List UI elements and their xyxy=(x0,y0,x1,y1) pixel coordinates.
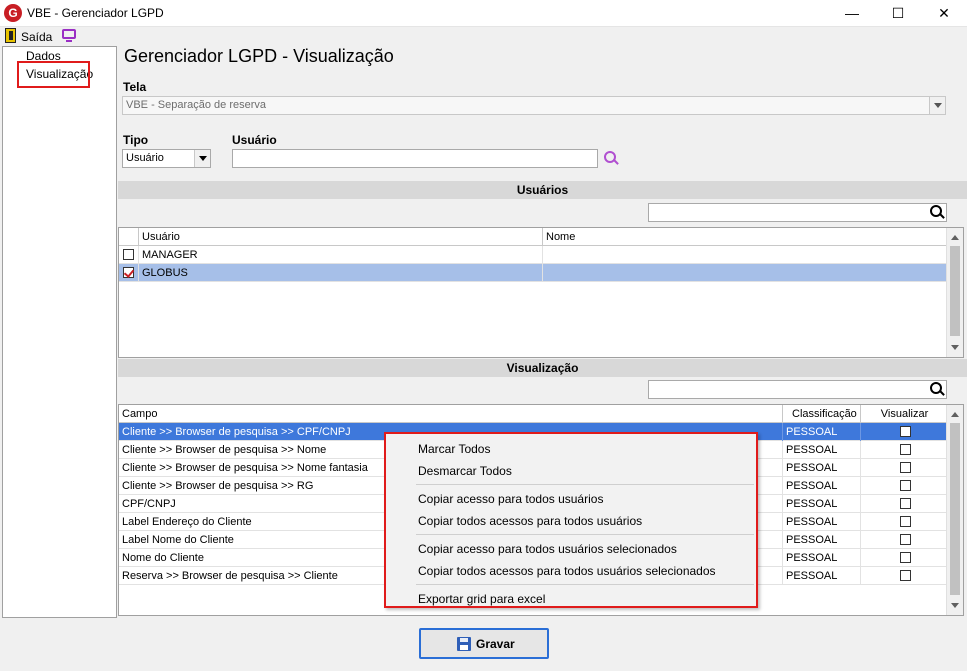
exit-door-icon[interactable] xyxy=(5,28,16,43)
visualizar-checkbox[interactable] xyxy=(900,570,911,581)
usuarios-grid-header: Usuário Nome xyxy=(119,228,948,246)
menu-item-copiar-acesso-selecionados[interactable]: Copiar acesso para todos usuários seleci… xyxy=(418,542,677,556)
toolbar: Saída xyxy=(0,27,967,45)
scroll-up-arrow-icon[interactable] xyxy=(951,235,959,240)
floppy-disk-icon xyxy=(457,637,471,651)
row-checkbox-cell xyxy=(119,264,139,282)
tipo-label: Tipo xyxy=(123,133,149,147)
exit-button[interactable]: Saída xyxy=(21,30,52,44)
window-title: VBE - Gerenciador LGPD xyxy=(27,6,164,20)
classificacao-cell: PESSOAL xyxy=(783,513,861,531)
menu-item-copiar-todos-acessos-todos[interactable]: Copiar todos acessos para todos usuários xyxy=(418,514,642,528)
classificacao-cell: PESSOAL xyxy=(783,495,861,513)
visualizar-checkbox[interactable] xyxy=(900,552,911,563)
menu-separator xyxy=(416,484,754,485)
page-title: Gerenciador LGPD - Visualização xyxy=(124,46,394,66)
visualizar-checkbox[interactable] xyxy=(900,498,911,509)
row-checkbox[interactable] xyxy=(123,249,134,260)
nome-cell xyxy=(543,264,948,282)
tipo-select-value: Usuário xyxy=(126,152,164,164)
minimize-button[interactable]: — xyxy=(829,0,875,27)
search-icon[interactable] xyxy=(930,382,944,396)
nome-cell xyxy=(543,246,948,264)
visualizar-cell xyxy=(861,441,948,459)
row-checkbox-cell xyxy=(119,246,139,264)
visualizar-checkbox[interactable] xyxy=(900,462,911,473)
visualizacao-search-input[interactable] xyxy=(648,380,947,399)
classificacao-cell: PESSOAL xyxy=(783,441,861,459)
classificacao-cell: PESSOAL xyxy=(783,477,861,495)
scroll-thumb[interactable] xyxy=(950,246,960,336)
context-menu: Marcar Todos Desmarcar Todos Copiar aces… xyxy=(384,432,758,608)
usuarios-section-header: Usuários xyxy=(118,181,967,199)
visualizar-cell xyxy=(861,477,948,495)
table-row-selected[interactable]: GLOBUS xyxy=(119,264,948,282)
classificacao-cell: PESSOAL xyxy=(783,531,861,549)
menu-separator xyxy=(416,534,754,535)
visualizar-checkbox[interactable] xyxy=(900,444,911,455)
visualizacao-scrollbar[interactable] xyxy=(946,405,963,615)
menu-separator xyxy=(416,584,754,585)
visualizacao-grid-header: Campo Classificação Visualizar xyxy=(119,405,948,423)
column-header-usuario[interactable]: Usuário xyxy=(139,228,543,246)
menu-item-exportar-excel[interactable]: Exportar grid para excel xyxy=(418,592,545,606)
save-button-label: Gravar xyxy=(476,637,515,651)
chevron-down-icon[interactable] xyxy=(194,150,210,167)
tela-select[interactable]: VBE - Separação de reserva xyxy=(122,96,946,115)
visualizar-checkbox[interactable] xyxy=(900,534,911,545)
monitor-icon[interactable] xyxy=(62,29,76,42)
title-bar: G VBE - Gerenciador LGPD — ☐ ✕ xyxy=(0,0,967,27)
visualizar-cell xyxy=(861,423,948,441)
classificacao-cell: PESSOAL xyxy=(783,459,861,477)
header-checkbox-column xyxy=(119,228,139,246)
classificacao-cell: PESSOAL xyxy=(783,549,861,567)
usuario-cell: GLOBUS xyxy=(139,264,543,282)
usuarios-grid: Usuário Nome MANAGER GLOBUS xyxy=(118,227,964,358)
visualizar-cell xyxy=(861,567,948,585)
visualizar-cell xyxy=(861,495,948,513)
visualizar-checkbox[interactable] xyxy=(900,480,911,491)
search-icon[interactable] xyxy=(604,151,618,165)
usuario-input[interactable] xyxy=(232,149,598,168)
column-header-visualizar[interactable]: Visualizar xyxy=(861,405,948,423)
menu-item-marcar-todos[interactable]: Marcar Todos xyxy=(418,442,490,456)
scroll-thumb[interactable] xyxy=(950,423,960,595)
row-checkbox-checked[interactable] xyxy=(123,267,134,278)
navigation-tree xyxy=(2,46,117,618)
column-header-campo[interactable]: Campo xyxy=(119,405,783,423)
column-header-classificacao[interactable]: Classificação xyxy=(783,405,861,423)
menu-item-copiar-acesso-todos[interactable]: Copiar acesso para todos usuários xyxy=(418,492,603,506)
menu-item-copiar-todos-acessos-selecionados[interactable]: Copiar todos acessos para todos usuários… xyxy=(418,564,716,578)
search-icon[interactable] xyxy=(930,205,944,219)
usuario-label: Usuário xyxy=(232,133,277,147)
classificacao-cell: PESSOAL xyxy=(783,423,861,441)
visualizar-cell xyxy=(861,513,948,531)
tela-select-value: VBE - Separação de reserva xyxy=(126,99,267,111)
tela-label: Tela xyxy=(123,80,147,94)
scroll-down-arrow-icon[interactable] xyxy=(951,345,959,350)
visualizar-cell xyxy=(861,549,948,567)
close-button[interactable]: ✕ xyxy=(921,0,967,27)
selected-tree-highlight xyxy=(17,61,90,88)
table-row[interactable]: MANAGER xyxy=(119,246,948,264)
visualizar-checkbox[interactable] xyxy=(900,516,911,527)
classificacao-cell: PESSOAL xyxy=(783,567,861,585)
tipo-select[interactable]: Usuário xyxy=(122,149,211,168)
menu-item-desmarcar-todos[interactable]: Desmarcar Todos xyxy=(418,464,512,478)
usuarios-search-input[interactable] xyxy=(648,203,947,222)
visualizar-cell xyxy=(861,531,948,549)
usuario-cell: MANAGER xyxy=(139,246,543,264)
scroll-up-arrow-icon[interactable] xyxy=(951,412,959,417)
visualizar-checkbox[interactable] xyxy=(900,426,911,437)
chevron-down-icon[interactable] xyxy=(929,97,945,114)
scroll-down-arrow-icon[interactable] xyxy=(951,603,959,608)
visualizar-cell xyxy=(861,459,948,477)
visualizacao-section-header: Visualização xyxy=(118,359,967,377)
save-button[interactable]: Gravar xyxy=(419,628,549,659)
usuarios-scrollbar[interactable] xyxy=(946,228,963,357)
column-header-nome[interactable]: Nome xyxy=(543,228,948,246)
app-logo-icon: G xyxy=(4,4,22,22)
maximize-button[interactable]: ☐ xyxy=(875,0,921,27)
